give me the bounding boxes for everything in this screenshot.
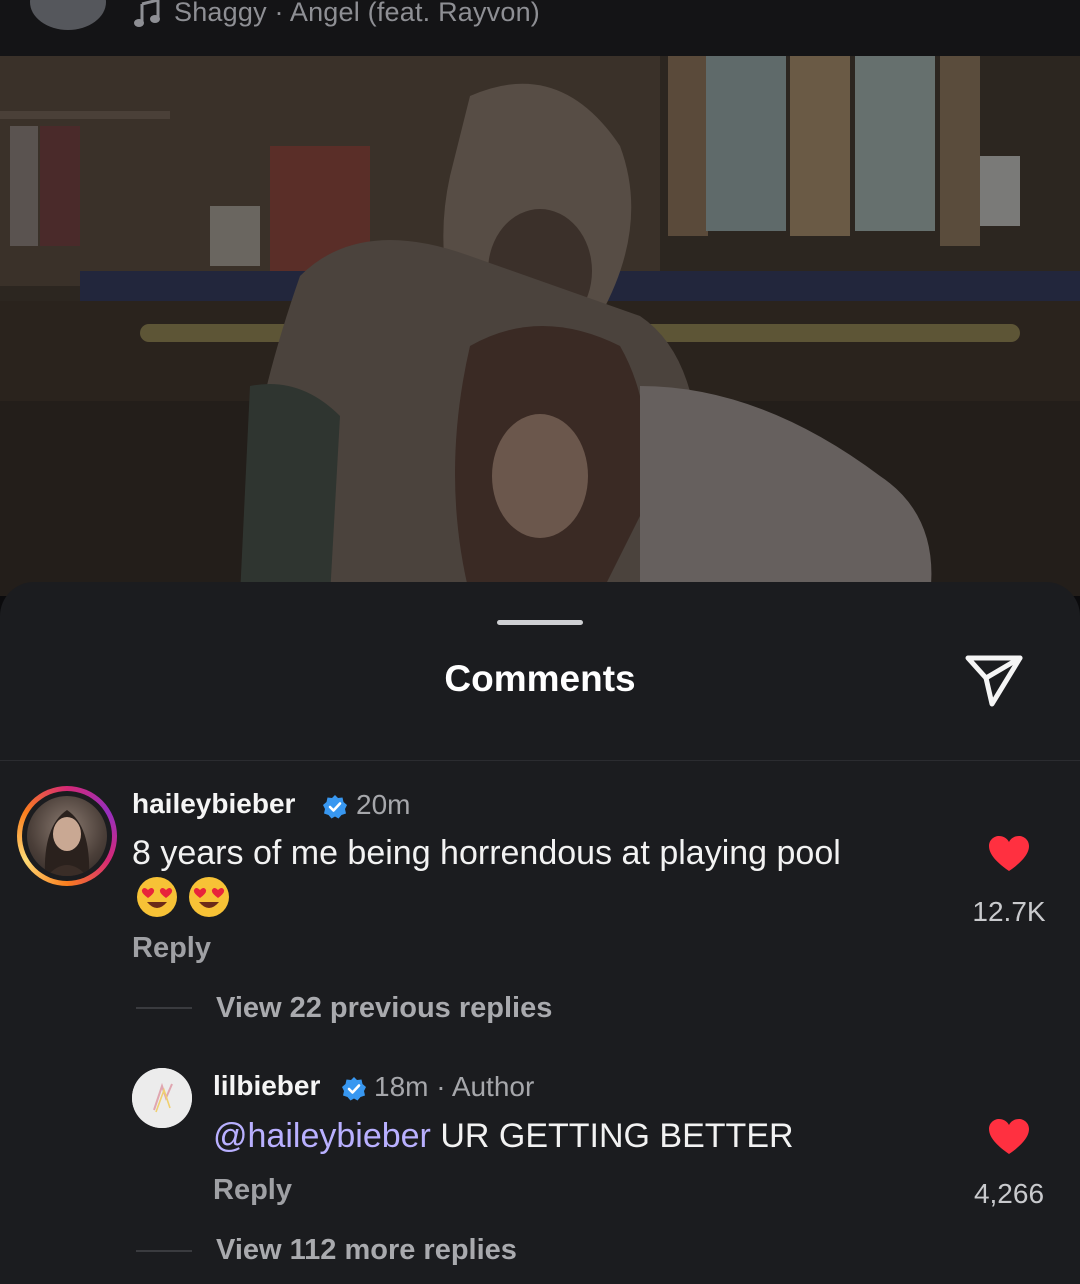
reply-text: UR GETTING BETTER xyxy=(440,1117,794,1155)
comment-username[interactable]: haileybieber xyxy=(132,788,295,820)
comment-avatar[interactable] xyxy=(17,786,117,886)
sheet-grabber[interactable] xyxy=(497,620,583,625)
heart-eyes-emoji-icon xyxy=(189,877,230,917)
sheet-title: Comments xyxy=(444,658,636,699)
like-count: 12.7K xyxy=(972,896,1046,927)
heart-eyes-emoji-icon xyxy=(137,877,177,917)
thread-line xyxy=(136,1250,192,1252)
mention-link[interactable]: @haileybieber xyxy=(213,1117,431,1155)
reply-username[interactable]: lilbieber xyxy=(213,1070,320,1102)
comment-text: 8 years of me being horrendous at playin… xyxy=(132,834,841,872)
comment-time: 20m xyxy=(356,789,411,820)
comment-emojis xyxy=(136,876,236,918)
reply-text-line: @haileybieber UR GETTING BETTER xyxy=(213,1117,794,1156)
reply-meta: 18m · Author xyxy=(374,1071,534,1103)
view-replies-button[interactable]: View 22 previous replies xyxy=(216,992,552,1025)
reply-avatar[interactable] xyxy=(132,1068,192,1128)
view-more-replies-button[interactable]: View 112 more replies xyxy=(216,1234,517,1267)
heart-icon[interactable] xyxy=(989,836,1029,872)
poster-avatar[interactable] xyxy=(30,0,106,30)
avatar-photo xyxy=(27,796,107,876)
like-count: 4,266 xyxy=(973,1178,1045,1209)
verified-badge-icon xyxy=(342,1077,366,1101)
music-note-icon xyxy=(134,0,160,27)
heart-icon[interactable] xyxy=(989,1119,1029,1155)
send-icon[interactable] xyxy=(962,652,1026,710)
meta-separator: · xyxy=(436,1071,452,1102)
comments-sheet: Comments haileybieber 20m 8 years of me … xyxy=(0,582,1080,1284)
reply-button[interactable]: Reply xyxy=(132,932,211,965)
post-photo xyxy=(0,56,1080,596)
audio-bar[interactable]: Shaggy · Angel (feat. Rayvon) xyxy=(0,0,1080,56)
verified-badge-icon xyxy=(323,795,347,819)
reply-time: 18m xyxy=(374,1071,429,1102)
thread-line xyxy=(136,1007,192,1009)
header-divider xyxy=(0,760,1080,761)
reply-button[interactable]: Reply xyxy=(213,1174,292,1207)
music-track-label[interactable]: Shaggy · Angel (feat. Rayvon) xyxy=(174,0,540,28)
author-tag: Author xyxy=(451,1071,535,1102)
